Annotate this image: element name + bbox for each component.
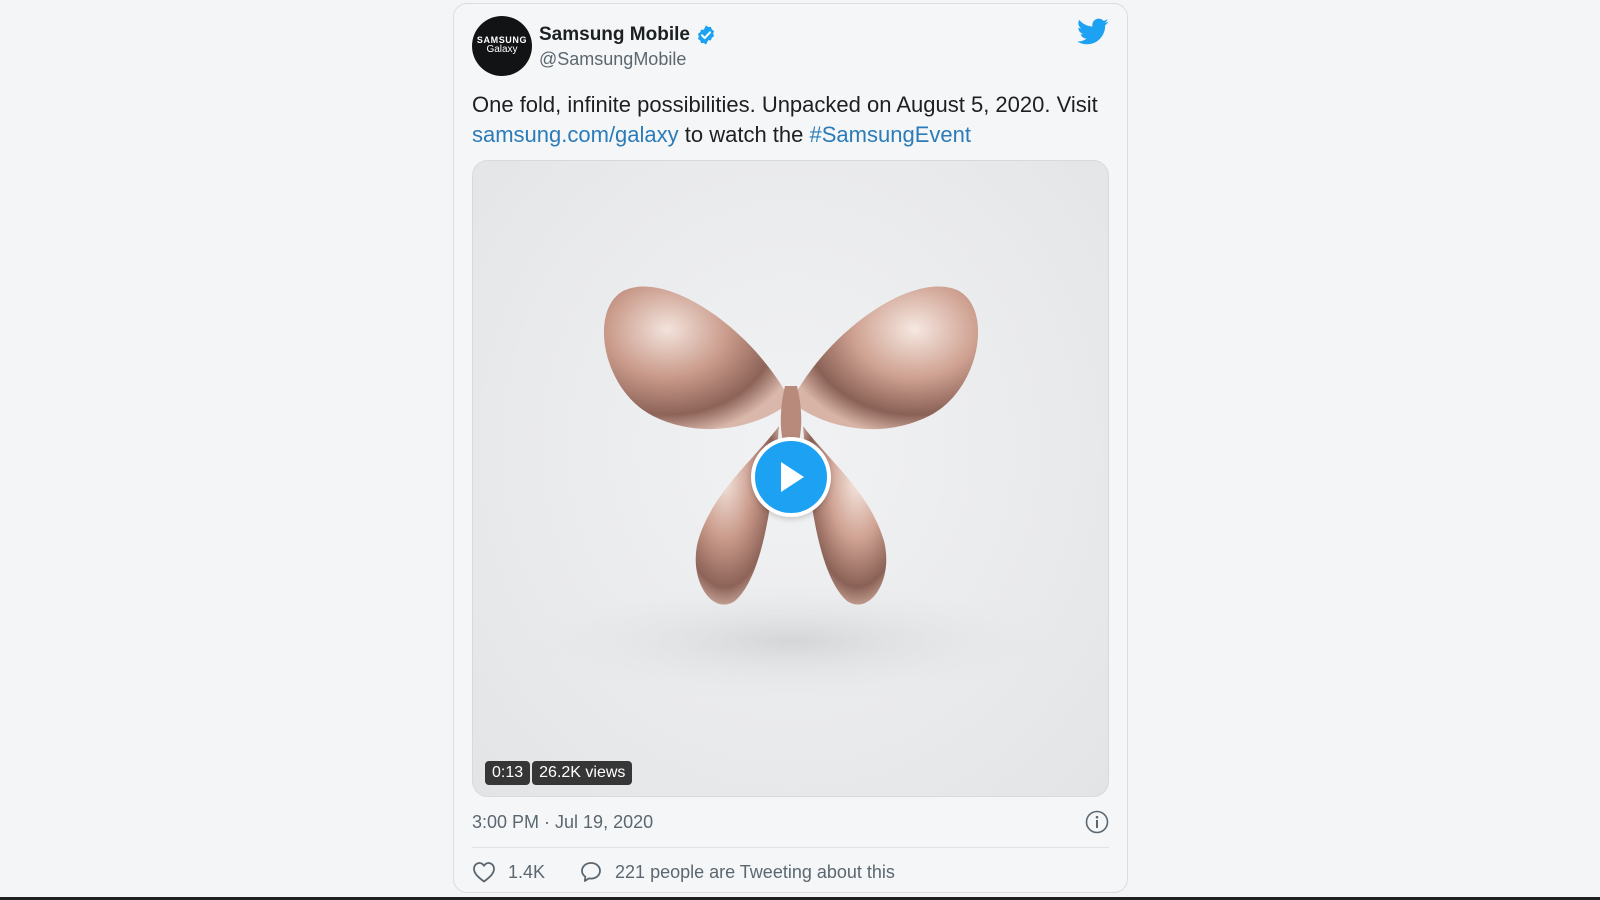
like-count: 1.4K bbox=[508, 861, 546, 882]
tweet-card: SAMSUNG Galaxy Samsung Mobile @SamsungMo… bbox=[453, 3, 1128, 893]
conversation-text: 221 people are Tweeting about this bbox=[615, 861, 895, 882]
tweet-text-part2: to watch the bbox=[678, 122, 810, 147]
author-display-name[interactable]: Samsung Mobile bbox=[539, 24, 690, 46]
author-name-row: Samsung Mobile bbox=[539, 24, 717, 46]
tweet-text: One fold, infinite possibilities. Unpack… bbox=[472, 90, 1112, 150]
hashtag-link[interactable]: #SamsungEvent bbox=[810, 122, 971, 147]
twitter-bird-icon[interactable] bbox=[1077, 18, 1109, 48]
video-badges: 0:13 26.2K views bbox=[485, 761, 633, 785]
video-views-badge: 26.2K views bbox=[532, 761, 633, 785]
avatar[interactable]: SAMSUNG Galaxy bbox=[472, 16, 532, 76]
video-duration-badge: 0:13 bbox=[485, 761, 531, 785]
galaxy-link[interactable]: samsung.com/galaxy bbox=[472, 122, 679, 147]
like-button[interactable]: 1.4K bbox=[472, 861, 545, 883]
play-button[interactable] bbox=[751, 437, 831, 517]
conversation-button[interactable]: 221 people are Tweeting about this bbox=[579, 860, 895, 884]
info-icon[interactable] bbox=[1085, 810, 1109, 834]
speech-bubble-icon bbox=[581, 862, 601, 882]
tweet-actions: 1.4K 221 people are Tweeting about this bbox=[472, 860, 895, 884]
play-icon bbox=[781, 462, 804, 492]
tweet-timestamp[interactable]: 3:00 PM · Jul 19, 2020 bbox=[472, 812, 653, 833]
avatar-sub-text: Galaxy bbox=[486, 44, 518, 56]
video-player[interactable]: 0:13 26.2K views bbox=[472, 160, 1109, 797]
author-handle[interactable]: @SamsungMobile bbox=[539, 49, 686, 70]
tweet-text-part1: One fold, infinite possibilities. Unpack… bbox=[472, 92, 1098, 117]
heart-icon bbox=[473, 862, 495, 883]
divider bbox=[472, 847, 1109, 848]
verified-badge-icon bbox=[695, 24, 717, 46]
